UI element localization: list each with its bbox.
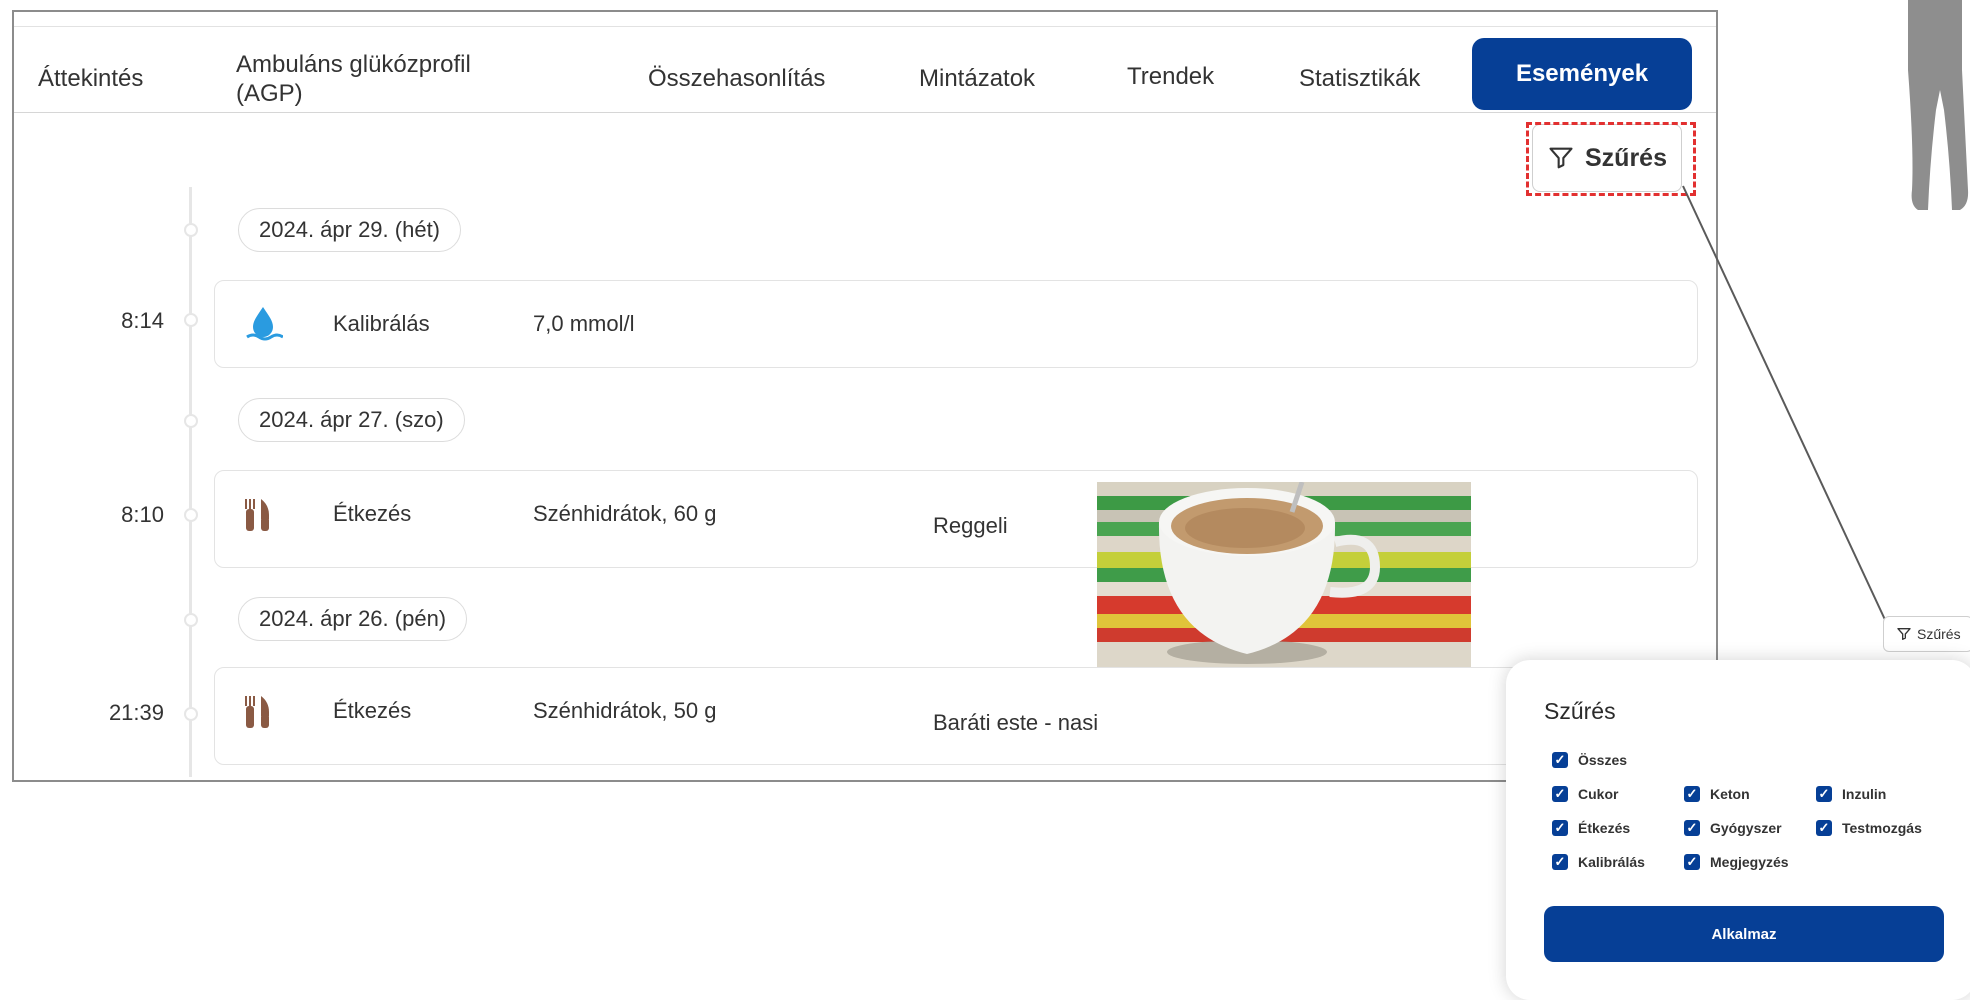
tab-trends[interactable]: Trendek	[1127, 62, 1214, 91]
date-pill: 2024. ápr 29. (hét)	[238, 208, 462, 252]
event-time: 8:14	[121, 308, 164, 333]
checkbox-label: Testmozgás	[1842, 820, 1922, 836]
water-drop-icon	[243, 303, 284, 348]
event-time: 8:10	[121, 502, 164, 527]
filter-sheet: Szűrés ✓ Összes ✓ Cukor ✓ Keton ✓ Inzulin ✓ É…	[1506, 660, 1970, 1000]
check-icon: ✓	[1552, 786, 1568, 802]
checkbox-label: Keton	[1710, 786, 1750, 802]
checkbox-label: Összes	[1578, 752, 1628, 768]
tab-bar: Áttekintés Ambuláns glükózprofil (AGP) Ö…	[14, 26, 1716, 113]
timeline-node	[184, 313, 198, 327]
tab-statistics[interactable]: Statisztikák	[1299, 64, 1420, 93]
timeline-node	[184, 414, 198, 428]
event-card[interactable]: Étkezés Szénhidrátok, 50 g Baráti este -…	[214, 667, 1698, 765]
timeline-node	[184, 707, 198, 721]
fork-knife-icon	[243, 694, 271, 737]
tab-patterns[interactable]: Mintázatok	[919, 64, 1035, 93]
events-panel: Áttekintés Ambuláns glükózprofil (AGP) Ö…	[12, 10, 1718, 782]
date-pill: 2024. ápr 27. (szo)	[238, 398, 465, 442]
checkbox-label: Gyógyszer	[1710, 820, 1782, 836]
check-icon: ✓	[1552, 752, 1568, 768]
mini-filter-button[interactable]: Szűrés	[1883, 616, 1970, 652]
event-value: 7,0 mmol/l	[533, 311, 635, 336]
mini-filter-label: Szűrés	[1917, 626, 1961, 642]
event-type: Étkezés	[333, 698, 412, 723]
tab-agp[interactable]: Ambuláns glükózprofil (AGP)	[236, 50, 526, 108]
check-icon: ✓	[1552, 820, 1568, 836]
check-icon: ✓	[1816, 786, 1832, 802]
event-note: Reggeli	[933, 513, 1008, 538]
event-card[interactable]: Étkezés Szénhidrátok, 60 g Reggeli	[214, 470, 1698, 568]
event-note: Baráti este - nasi	[933, 710, 1099, 735]
checkbox-medication[interactable]: ✓ Gyógyszer	[1684, 820, 1782, 836]
checkbox-label: Inzulin	[1842, 786, 1887, 802]
person-silhouette	[1900, 0, 1970, 217]
checkbox-meal[interactable]: ✓ Étkezés	[1552, 820, 1630, 836]
checkbox-insulin[interactable]: ✓ Inzulin	[1816, 786, 1886, 802]
checkbox-exercise[interactable]: ✓ Testmozgás	[1816, 820, 1922, 836]
check-icon: ✓	[1684, 854, 1700, 870]
check-icon: ✓	[1684, 820, 1700, 836]
fork-knife-icon	[243, 497, 271, 540]
timeline-node	[184, 613, 198, 627]
checkbox-ketone[interactable]: ✓ Keton	[1684, 786, 1750, 802]
checkbox-note[interactable]: ✓ Megjegyzés	[1684, 854, 1789, 870]
checkbox-label: Megjegyzés	[1710, 854, 1789, 870]
checkbox-label: Étkezés	[1578, 820, 1631, 836]
check-icon: ✓	[1816, 820, 1832, 836]
event-time: 21:39	[108, 700, 164, 725]
timeline-line	[189, 187, 192, 777]
date-pill: 2024. ápr 26. (pén)	[238, 597, 468, 641]
meal-photo[interactable]	[1097, 482, 1471, 667]
checkbox-label: Kalibrálás	[1578, 854, 1645, 870]
event-type: Étkezés	[333, 501, 412, 526]
checkbox-sugar[interactable]: ✓ Cukor	[1552, 786, 1618, 802]
tab-overview[interactable]: Áttekintés	[38, 64, 143, 93]
checkbox-label: Cukor	[1578, 786, 1619, 802]
tab-comparison[interactable]: Összehasonlítás	[648, 64, 825, 93]
event-card[interactable]: Kalibrálás 7,0 mmol/l	[214, 280, 1698, 368]
filter-icon	[1897, 628, 1911, 640]
check-icon: ✓	[1552, 854, 1568, 870]
event-value: Szénhidrátok, 50 g	[533, 698, 717, 723]
timeline-node	[184, 223, 198, 237]
event-value: Szénhidrátok, 60 g	[533, 501, 717, 526]
checkbox-all[interactable]: ✓ Összes	[1552, 752, 1627, 768]
highlight-frame	[1526, 122, 1696, 196]
check-icon: ✓	[1684, 786, 1700, 802]
event-type: Kalibrálás	[333, 311, 430, 336]
apply-button[interactable]: Alkalmaz	[1544, 906, 1944, 962]
timeline-node	[184, 508, 198, 522]
tab-events[interactable]: Események	[1472, 38, 1692, 110]
filter-sheet-title: Szűrés	[1544, 698, 1616, 724]
checkbox-calibration[interactable]: ✓ Kalibrálás	[1552, 854, 1645, 870]
